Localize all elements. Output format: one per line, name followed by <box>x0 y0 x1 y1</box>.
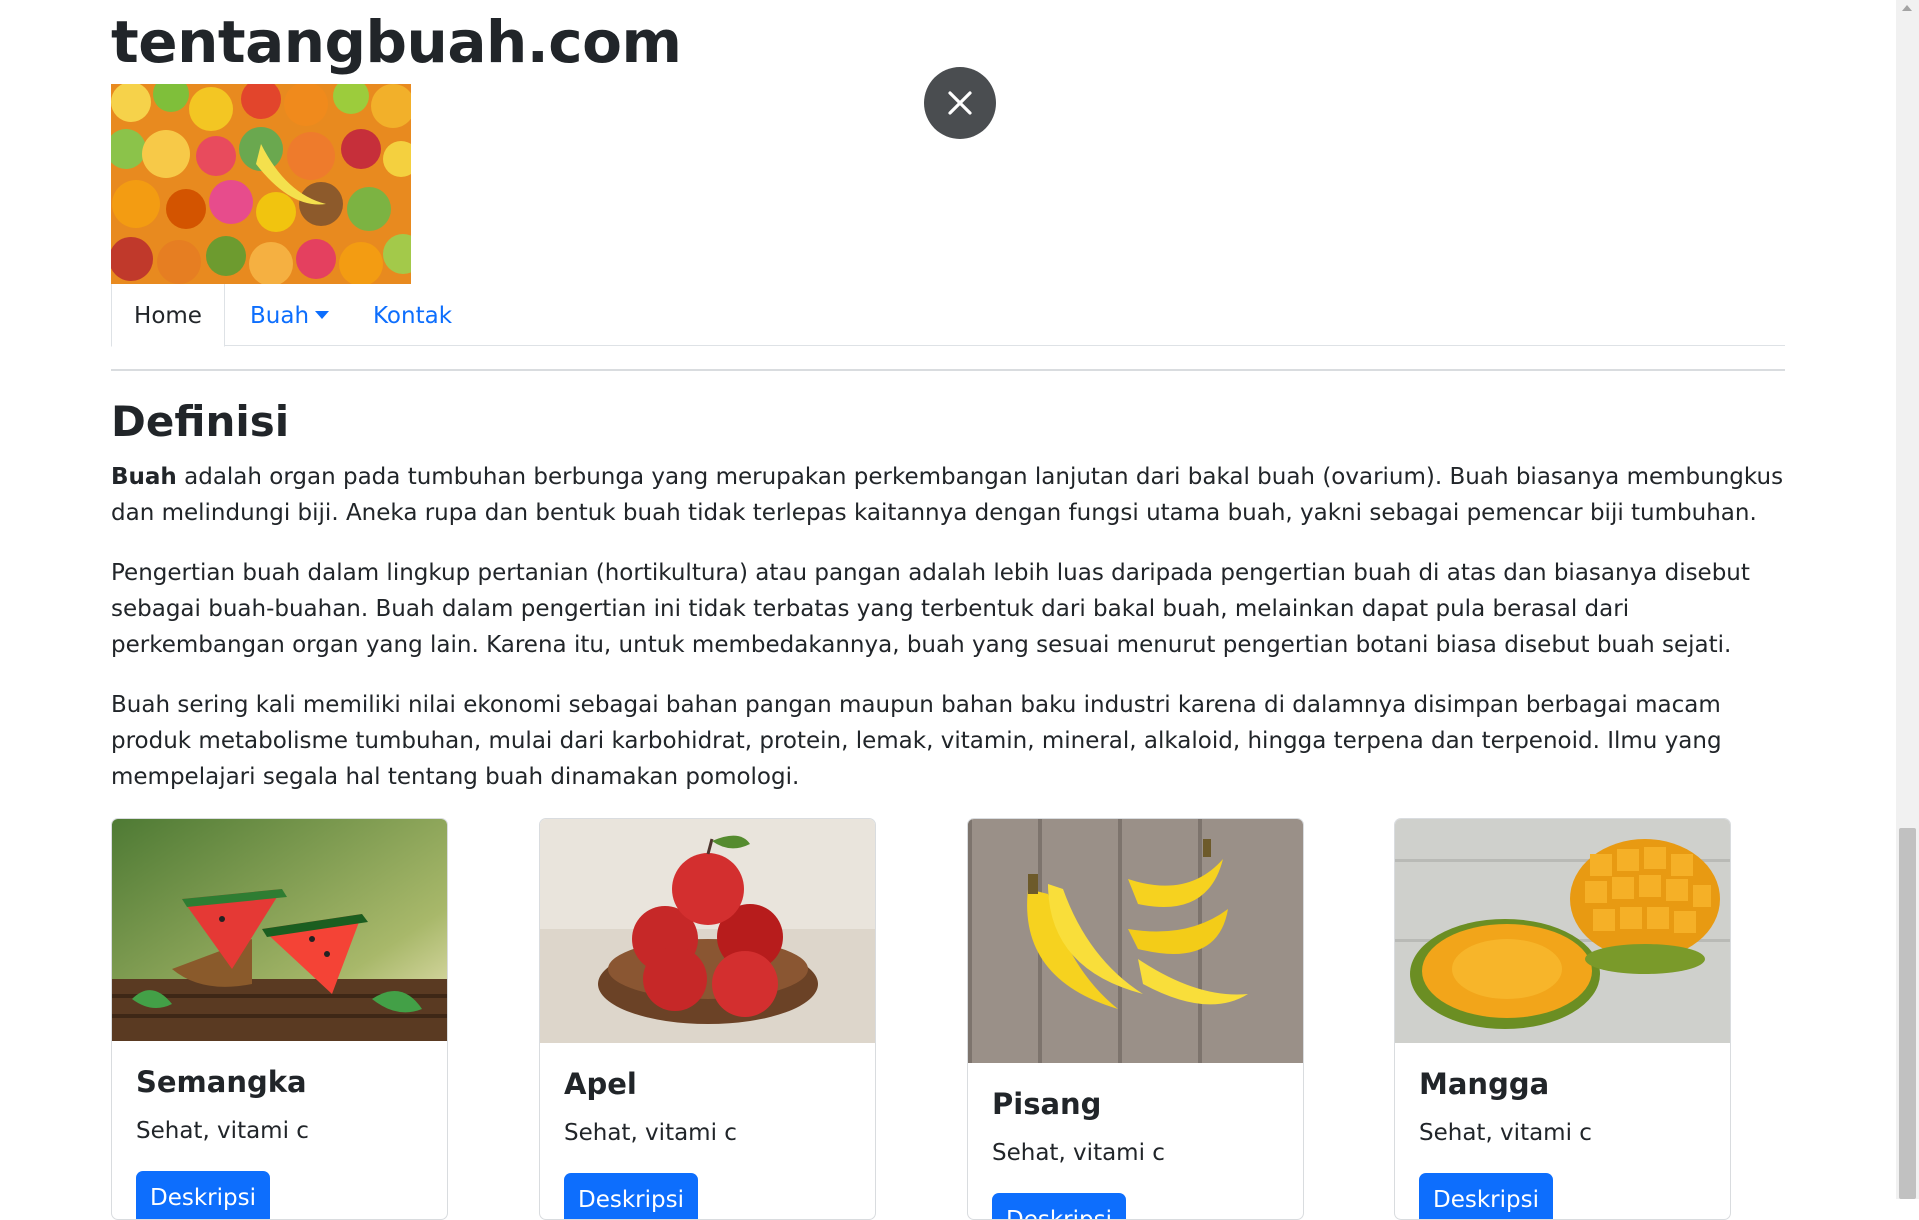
description-button[interactable]: Deskripsi <box>136 1171 270 1219</box>
paragraph-definition-text: adalah organ pada tumbuhan berbunga yang… <box>111 464 1784 526</box>
apple-image <box>540 819 875 1043</box>
card-text: Sehat, vitami c <box>136 1118 309 1144</box>
paragraph-economy: Buah sering kali memiliki nilai ekonomi … <box>111 692 1722 790</box>
banana-image <box>968 819 1303 1063</box>
site-title: tentangbuah.com <box>111 8 682 76</box>
description-button[interactable]: Deskripsi <box>992 1193 1126 1219</box>
description-button[interactable]: Deskripsi <box>564 1173 698 1219</box>
watermelon-image <box>112 819 447 1041</box>
tab-buah-label: Buah <box>250 303 310 329</box>
scroll-up-arrow-icon[interactable] <box>1902 5 1912 11</box>
paragraph-horticulture: Pengertian buah dalam lingkup pertanian … <box>111 560 1750 658</box>
fruit-card: Pisang Sehat, vitami c Deskripsi <box>967 818 1304 1220</box>
card-title: Mangga <box>1419 1067 1550 1101</box>
fruit-card: Semangka Sehat, vitami c Deskripsi <box>111 818 448 1220</box>
fruit-card: Apel Sehat, vitami c Deskripsi <box>539 818 876 1220</box>
close-icon <box>948 91 972 115</box>
fruit-banner-image <box>111 84 411 284</box>
card-text: Sehat, vitami c <box>564 1120 737 1146</box>
description-button[interactable]: Deskripsi <box>1419 1173 1553 1219</box>
caret-down-icon <box>315 310 330 319</box>
card-title: Pisang <box>992 1087 1102 1121</box>
tab-home-label: Home <box>134 303 202 329</box>
close-button[interactable] <box>924 67 996 139</box>
mango-image <box>1395 819 1730 1043</box>
tab-buah-dropdown[interactable]: Buah <box>250 284 330 345</box>
paragraph-bold-term: Buah <box>111 464 177 490</box>
paragraph-definition: Buah adalah organ pada tumbuhan berbunga… <box>111 459 1785 531</box>
card-text: Sehat, vitami c <box>1419 1120 1592 1146</box>
nav-tabs: Home Buah Kontak <box>111 284 1785 347</box>
scrollbar-thumb[interactable] <box>1899 828 1916 1199</box>
divider <box>111 369 1785 371</box>
section-heading: Definisi <box>111 397 290 446</box>
tab-home[interactable]: Home <box>111 284 225 347</box>
fruit-card: Mangga Sehat, vitami c Deskripsi <box>1394 818 1731 1220</box>
card-text: Sehat, vitami c <box>992 1140 1165 1166</box>
tab-kontak[interactable]: Kontak <box>373 284 452 345</box>
card-title: Apel <box>564 1067 637 1101</box>
card-title: Semangka <box>136 1065 307 1099</box>
tab-kontak-label: Kontak <box>373 303 453 329</box>
